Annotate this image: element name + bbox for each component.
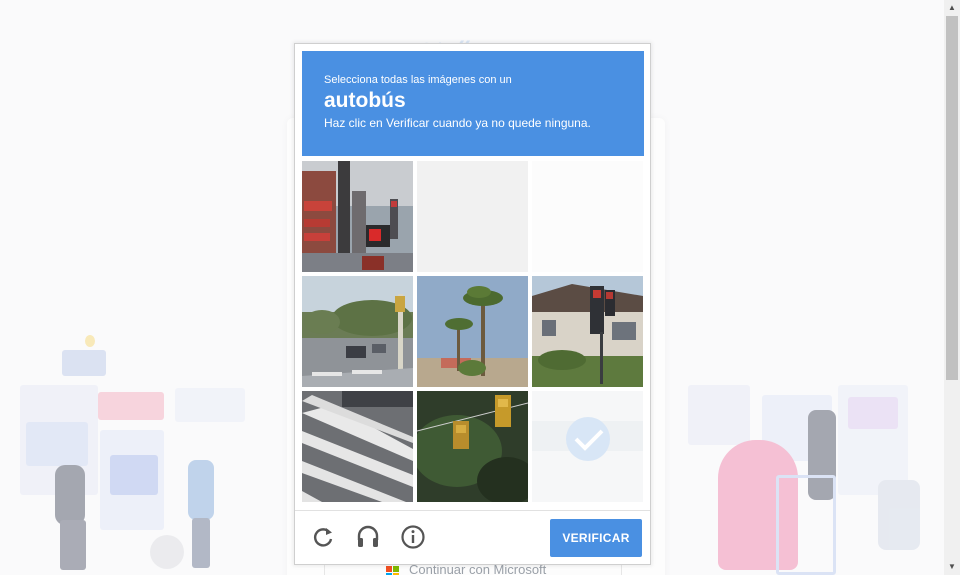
captcha-challenge-dialog: Selecciona todas las imágenes con un aut… — [294, 43, 651, 565]
captcha-tile-blank-fading[interactable] — [532, 161, 643, 272]
scroll-down-arrow-icon[interactable]: ▼ — [944, 559, 960, 575]
right-illustration — [688, 385, 944, 575]
captcha-footer: VERIFICAR — [295, 510, 650, 564]
captcha-instruction-header: Selecciona todas las imágenes con un aut… — [302, 51, 644, 156]
captcha-tile-palm-trees[interactable] — [417, 276, 528, 387]
audio-headphones-icon[interactable] — [354, 523, 382, 551]
reload-icon[interactable] — [309, 523, 337, 551]
captcha-image-grid — [302, 161, 644, 503]
page-scrollbar[interactable]: ▲ ▼ — [944, 0, 960, 575]
captcha-tile-hanging-traffic-lights[interactable] — [417, 391, 528, 502]
left-illustration — [10, 330, 260, 575]
scrollbar-thumb[interactable] — [946, 16, 958, 380]
info-icon[interactable] — [399, 523, 427, 551]
target-object-label: autobús — [324, 89, 406, 112]
captcha-tile-selected-fading[interactable] — [532, 391, 643, 502]
instruction-line1: Selecciona todas las imágenes con un — [324, 74, 512, 86]
verify-button[interactable]: VERIFICAR — [550, 519, 642, 557]
captcha-tile-building-traffic-lights[interactable] — [532, 276, 643, 387]
captcha-tile-storefront-traffic-light[interactable] — [302, 161, 413, 272]
microsoft-logo-icon — [386, 566, 400, 575]
captcha-tile-crosswalk[interactable] — [302, 391, 413, 502]
instruction-line2: Haz clic en Verificar cuando ya no quede… — [324, 116, 591, 130]
scroll-up-arrow-icon[interactable]: ▲ — [944, 0, 960, 16]
captcha-tile-street-traffic-signal[interactable] — [302, 276, 413, 387]
captcha-tile-blank-fading[interactable] — [417, 161, 528, 272]
